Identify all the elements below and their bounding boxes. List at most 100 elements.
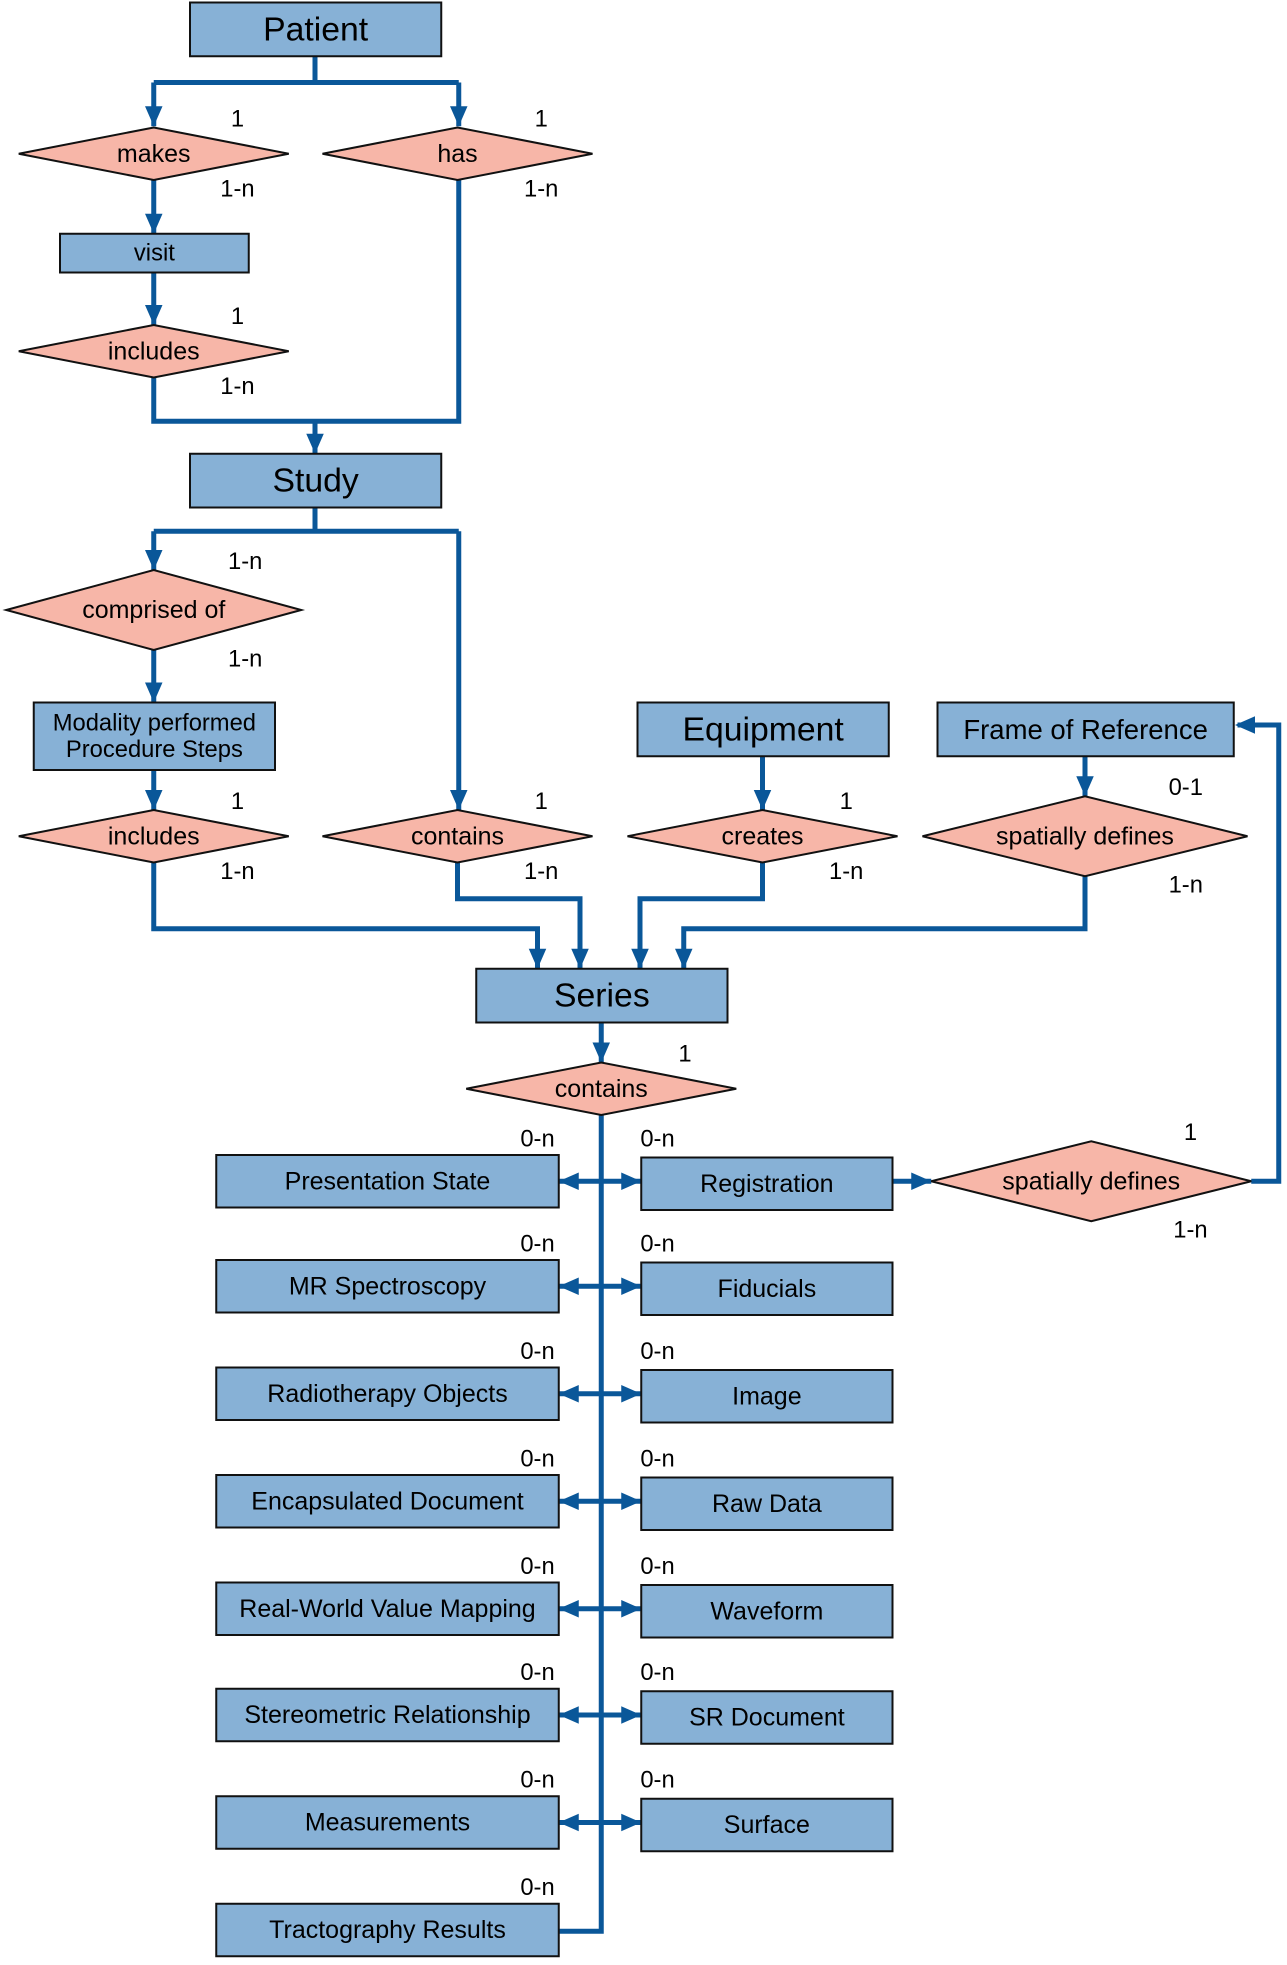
measurements-entity-label: Measurements	[305, 1809, 470, 1837]
arrowhead-right	[621, 1385, 642, 1403]
cardinality-label: 0-n	[520, 1659, 554, 1686]
cardinality-label: 0-n	[640, 1230, 674, 1257]
connector-line	[558, 1115, 604, 1934]
arrowhead-down	[1076, 776, 1094, 797]
cardinality-label: 1	[678, 1040, 691, 1067]
cardinality-label: 1	[231, 105, 244, 132]
comprised-of-relationship-label: comprised of	[82, 596, 225, 624]
real-world-value-mapping-entity-label: Real-World Value Mapping	[239, 1595, 535, 1623]
has-relationship-label: has	[437, 140, 477, 168]
arrowhead-down	[306, 433, 324, 454]
series-contains-relationship-label: contains	[555, 1075, 648, 1103]
arrowhead-left	[558, 1492, 579, 1510]
cardinality-label: 0-n	[520, 1767, 554, 1794]
mpps-entity-label: Procedure Steps	[66, 736, 243, 763]
arrowhead-down	[675, 948, 693, 969]
arrowhead-right	[621, 1813, 642, 1832]
study-contains-relationship-label: contains	[411, 822, 504, 850]
tractography-results-entity-label: Tractography Results	[269, 1916, 506, 1944]
arrowhead-down	[592, 1042, 610, 1063]
series-entity-label: Series	[554, 977, 650, 1015]
arrowhead-left	[558, 1600, 579, 1618]
arrowhead-down	[145, 550, 163, 570]
connector-line	[151, 862, 541, 969]
arrowhead-left	[558, 1706, 579, 1724]
mr-spectroscopy-entity-label: MR Spectroscopy	[289, 1272, 487, 1300]
arrowhead-left	[558, 1277, 579, 1295]
cardinality-label: 1	[231, 788, 244, 815]
cardinality-label: 1	[535, 788, 548, 815]
cardinality-label: 1	[840, 788, 853, 815]
cardinality-label: 1-n	[1173, 1217, 1207, 1244]
cardinality-label: 1-n	[228, 548, 262, 575]
creates-relationship-label: creates	[722, 822, 804, 850]
arrowhead-down	[450, 106, 468, 127]
equipment-entity-label: Equipment	[682, 710, 844, 748]
arrowhead-down	[145, 213, 163, 234]
arrowhead-down	[145, 790, 163, 810]
cardinality-label: 0-n	[520, 1874, 554, 1901]
arrowhead-right	[621, 1492, 642, 1510]
cardinality-label: 0-n	[640, 1767, 674, 1794]
arrowhead-left	[558, 1385, 579, 1403]
cardinality-label: 0-n	[520, 1553, 554, 1580]
arrowhead-right	[911, 1172, 932, 1190]
arrowhead-right	[621, 1277, 642, 1295]
frame-of-reference-entity-label: Frame of Reference	[963, 714, 1208, 745]
cardinality-label: 0-n	[640, 1659, 674, 1686]
arrowhead-down	[145, 682, 163, 703]
connector-line	[1237, 722, 1282, 1184]
connector-line	[151, 180, 462, 424]
cardinality-label: 1-n	[228, 645, 262, 672]
mpps-includes-relationship-label: includes	[108, 822, 200, 850]
cardinality-label: 0-1	[1169, 774, 1203, 801]
radiotherapy-objects-entity-label: Radiotherapy Objects	[267, 1380, 507, 1408]
cardinality-label: 0-n	[640, 1553, 674, 1580]
cardinality-label: 1-n	[1169, 872, 1203, 899]
registration-spatially-defines-relationship-label: spatially defines	[1002, 1167, 1180, 1195]
cardinality-label: 0-n	[640, 1338, 674, 1365]
raw-data-entity-label: Raw Data	[712, 1490, 822, 1518]
makes-relationship-label: makes	[117, 140, 191, 168]
cardinality-label: 0-n	[640, 1445, 674, 1472]
for-spatially-defines-relationship-label: spatially defines	[996, 822, 1174, 850]
connector-line	[637, 862, 766, 969]
cardinality-label: 0-n	[520, 1445, 554, 1472]
arrowhead-down	[571, 948, 589, 969]
arrowhead-down	[631, 948, 649, 969]
arrowhead-down	[450, 790, 468, 810]
cardinality-label: 1	[535, 105, 548, 132]
arrowhead-down	[145, 106, 163, 127]
arrowhead-right	[621, 1172, 642, 1190]
patient-entity-label: Patient	[263, 10, 369, 48]
image-entity-label: Image	[732, 1382, 801, 1410]
waveform-entity-label: Waveform	[710, 1597, 823, 1625]
arrowhead-down	[753, 790, 772, 810]
visit-entity-label: visit	[134, 240, 175, 267]
cardinality-label: 0-n	[520, 1125, 554, 1152]
cardinality-label: 1-n	[220, 858, 254, 885]
cardinality-label: 1-n	[220, 373, 254, 400]
arrowhead-down	[528, 948, 547, 969]
cardinality-label: 1-n	[829, 858, 863, 885]
surface-entity-label: Surface	[724, 1811, 810, 1839]
arrowhead-left	[558, 1813, 579, 1832]
cardinality-label: 1	[1184, 1119, 1197, 1146]
arrowhead-right	[621, 1706, 642, 1724]
cardinality-label: 1-n	[524, 175, 558, 202]
mpps-entity-label: Modality performed	[53, 710, 256, 737]
stereometric-relationship-entity-label: Stereometric Relationship	[244, 1701, 530, 1729]
arrowhead-down	[145, 305, 163, 325]
cardinality-label: 0-n	[640, 1125, 674, 1152]
study-entity-label: Study	[272, 462, 358, 500]
arrowhead-left	[1235, 716, 1255, 734]
sr-document-entity-label: SR Document	[689, 1704, 845, 1732]
cardinality-label: 1-n	[524, 858, 558, 885]
visit-includes-relationship-label: includes	[108, 337, 200, 365]
cardinality-label: 0-n	[520, 1338, 554, 1365]
presentation-state-entity-label: Presentation State	[285, 1167, 491, 1195]
registration-entity-label: Registration	[700, 1170, 833, 1198]
fiducials-entity-label: Fiducials	[718, 1275, 817, 1303]
cardinality-label: 1	[231, 303, 244, 330]
connector-line	[455, 862, 583, 969]
